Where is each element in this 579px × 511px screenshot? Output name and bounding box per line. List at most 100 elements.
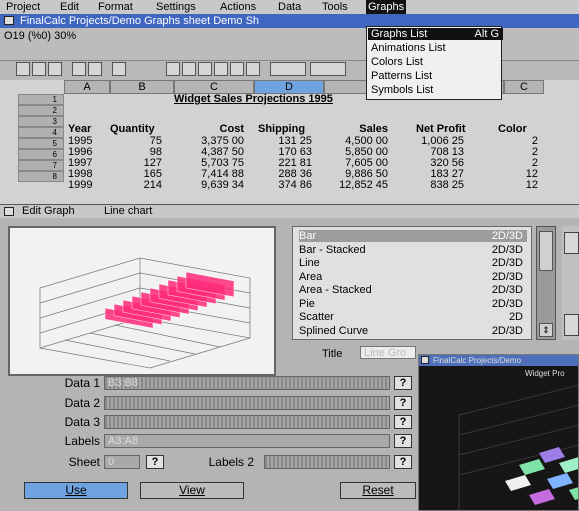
menu-item-symbols-list[interactable]: Symbols List xyxy=(371,84,499,96)
menu-item-colors-list[interactable]: Colors List xyxy=(371,56,499,68)
tool-align-right-icon[interactable] xyxy=(246,62,260,76)
sheet-cell[interactable]: 9,639 34 xyxy=(174,180,244,191)
sheet-cell[interactable]: 12,852 45 xyxy=(324,180,388,191)
row-header[interactable]: 5 xyxy=(18,138,64,149)
graph-type-dimension: 2D/3D xyxy=(491,243,523,256)
data3-field[interactable] xyxy=(104,415,390,429)
graph-type-scrollbar[interactable]: ⇕ xyxy=(536,226,556,340)
side-button[interactable] xyxy=(564,314,579,336)
graph-type-item[interactable]: Splined Curve 2D/3D xyxy=(299,325,527,337)
use-button[interactable]: Use xyxy=(24,482,128,499)
header-shipping: Shipping xyxy=(258,123,306,135)
graph-type-item[interactable]: Bar 2D/3D xyxy=(299,230,527,242)
column-header-selected[interactable]: D xyxy=(254,80,324,94)
tool-sum-icon[interactable] xyxy=(112,62,126,76)
menu-data[interactable]: Data xyxy=(276,0,303,14)
sheet-cell[interactable]: 1999 xyxy=(68,180,92,191)
graph-type-label: Area xyxy=(299,270,323,283)
menu-project[interactable]: Project xyxy=(4,0,42,14)
view-button[interactable]: View xyxy=(140,482,244,499)
graph-type-dimension: 2D/3D xyxy=(491,284,523,296)
close-gadget-icon[interactable] xyxy=(4,16,14,25)
data1-pick-button[interactable]: ? xyxy=(394,376,412,390)
tool-bold-icon[interactable] xyxy=(166,62,180,76)
menu-item-shortcut: Alt G xyxy=(474,28,499,40)
labels2-pick-button[interactable]: ? xyxy=(394,455,412,469)
title-input[interactable]: Line Gro xyxy=(360,346,416,359)
labels2-field[interactable] xyxy=(264,455,390,469)
menu-tools[interactable]: Tools xyxy=(320,0,350,14)
graph-type-item[interactable]: Scatter 2D xyxy=(299,311,527,323)
graph-type-item[interactable]: Pie 2D/3D xyxy=(299,298,527,310)
row-header[interactable]: 8 xyxy=(18,171,64,182)
scroll-thumb[interactable] xyxy=(539,231,553,271)
tool-insert-icon[interactable] xyxy=(72,62,86,76)
data2-field[interactable] xyxy=(104,396,390,410)
graph-type-dimension: 2D/3D xyxy=(491,270,523,283)
column-header[interactable]: A xyxy=(64,80,110,94)
menu-item-patterns-list[interactable]: Patterns List xyxy=(371,70,499,82)
graph-type-dimension: 2D/3D xyxy=(491,257,523,269)
tool-undo-button[interactable] xyxy=(270,62,306,76)
sheet-pick-button[interactable]: ? xyxy=(146,455,164,469)
graph-type-item[interactable]: Area - Stacked 2D/3D xyxy=(299,284,527,296)
menu-format[interactable]: Format xyxy=(96,0,135,14)
graphs-menu: Graphs List Alt G Animations List Colors… xyxy=(366,26,503,100)
menu-bar: Project Edit Format Settings Actions Dat… xyxy=(0,0,579,15)
graph-type-label: Splined Curve xyxy=(299,324,369,337)
tool-italic-icon[interactable] xyxy=(182,62,196,76)
row-header[interactable]: 7 xyxy=(18,160,64,171)
sheet-cell[interactable]: 838 25 xyxy=(400,180,464,191)
sheet-label: Sheet xyxy=(68,455,100,469)
scroll-arrow-icon[interactable]: ⇕ xyxy=(539,323,553,337)
data1-field[interactable]: B3:B8 xyxy=(104,376,390,390)
window-title: FinalCalc Projects/Demo Graphs sheet Dem… xyxy=(20,15,260,27)
column-header[interactable]: B xyxy=(110,80,174,94)
sheet-value: 0 xyxy=(108,456,115,468)
menu-item-animations-list[interactable]: Animations List xyxy=(371,42,499,54)
tool-table-icon[interactable] xyxy=(48,62,62,76)
row-header[interactable]: 6 xyxy=(18,149,64,160)
header-cost: Cost xyxy=(219,123,244,135)
sheet-cell[interactable]: 214 xyxy=(110,180,162,191)
side-button[interactable] xyxy=(564,232,579,254)
graph-type-list[interactable]: Bar 2D/3D Bar - Stacked 2D/3D Line 2D/3D Area 2… xyxy=(292,226,532,340)
tool-align-center-icon[interactable] xyxy=(230,62,244,76)
sheet-cell[interactable]: 12 xyxy=(498,180,538,191)
row-header[interactable]: 4 xyxy=(18,127,64,138)
cell-reference[interactable]: O19 (%0) 30% xyxy=(4,30,76,42)
sheet-title: Widget Sales Projections 1995 xyxy=(174,93,333,105)
graph-type-item[interactable]: Bar - Stacked 2D/3D xyxy=(299,244,527,256)
tool-underline-icon[interactable] xyxy=(198,62,212,76)
sheet-cell[interactable]: 374 86 xyxy=(258,180,312,191)
row-header[interactable]: 2 xyxy=(18,105,64,116)
header-quantity: Quantity xyxy=(110,123,155,135)
reset-button[interactable]: Reset xyxy=(340,482,416,499)
menu-item-graphs-list[interactable]: Graphs List Alt G xyxy=(368,28,503,40)
data3-pick-button[interactable]: ? xyxy=(394,415,412,429)
data3-label: Data 3 xyxy=(64,415,100,429)
header-color: Color xyxy=(498,123,527,135)
column-header[interactable]: C xyxy=(174,80,254,94)
data2-pick-button[interactable]: ? xyxy=(394,396,412,410)
menu-settings[interactable]: Settings xyxy=(154,0,198,14)
sheet-field[interactable]: 0 xyxy=(104,455,140,469)
inset-blocks xyxy=(505,447,578,505)
menu-graphs[interactable]: Graphs xyxy=(366,0,407,14)
tool-line-icon[interactable] xyxy=(16,62,30,76)
menu-actions[interactable]: Actions xyxy=(218,0,258,14)
tool-align-left-icon[interactable] xyxy=(214,62,228,76)
row-header[interactable]: 1 xyxy=(18,94,64,105)
tool-grid-icon[interactable] xyxy=(32,62,46,76)
tool-rows-icon[interactable] xyxy=(88,62,102,76)
row-header[interactable]: 3 xyxy=(18,116,64,127)
inset-block xyxy=(547,473,573,489)
labels-pick-button[interactable]: ? xyxy=(394,434,412,448)
menu-edit[interactable]: Edit xyxy=(58,0,81,14)
graph-type-item[interactable]: Line 2D/3D xyxy=(299,257,527,269)
close-gadget-icon[interactable] xyxy=(4,207,14,216)
tool-redo-button[interactable] xyxy=(310,62,346,76)
column-header[interactable]: C xyxy=(504,80,544,94)
graph-type-item[interactable]: Area 2D/3D xyxy=(299,271,527,283)
labels-field[interactable]: A3:A8 xyxy=(104,434,390,448)
